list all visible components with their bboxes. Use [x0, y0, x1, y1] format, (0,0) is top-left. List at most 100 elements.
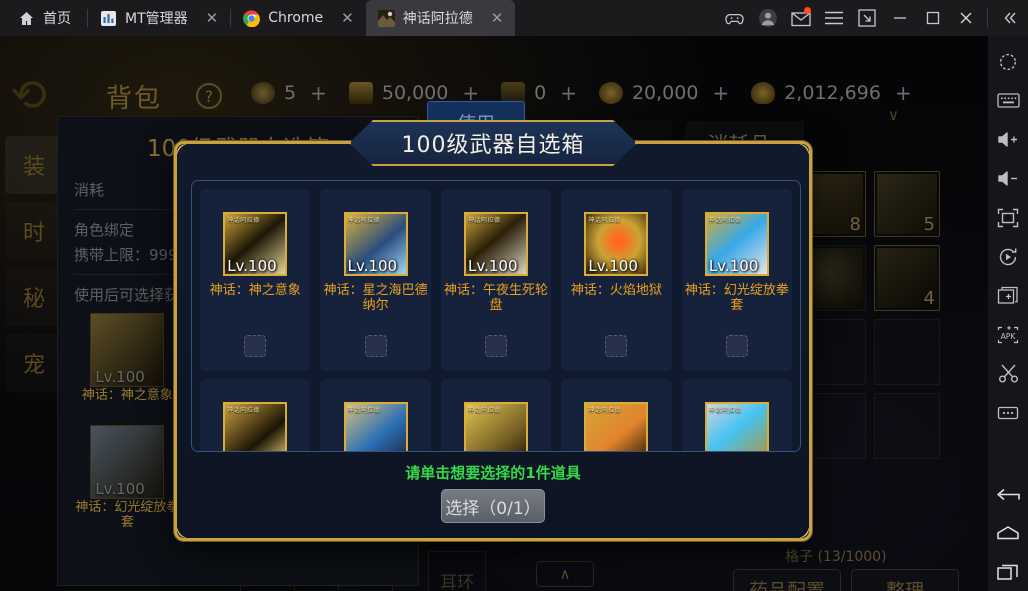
item-card[interactable]: 神话阿拉德: [200, 379, 311, 451]
scissors-icon[interactable]: [988, 354, 1028, 393]
item-row-1: 神话阿拉德 Lv.100 神话：神之意象 神话阿拉德 Lv.100 神话：星之海…: [200, 189, 793, 371]
inventory-slot[interactable]: 4: [874, 245, 940, 311]
item-mini-label: 神话阿拉德: [347, 217, 381, 224]
sort-button[interactable]: 整理: [851, 569, 959, 591]
item-checkbox[interactable]: [485, 335, 508, 357]
coin-currency[interactable]: 20,000 +: [588, 81, 740, 105]
chevron-down-icon[interactable]: ∨: [888, 106, 899, 124]
sidebar-item-equipment[interactable]: 装: [5, 136, 63, 194]
sidebar-item-pet[interactable]: 宠: [5, 334, 63, 392]
token-currency[interactable]: 5 +: [240, 81, 338, 105]
recents-icon[interactable]: [988, 552, 1028, 591]
inventory-slot[interactable]: [874, 319, 940, 385]
item-card[interactable]: 神话阿拉德 Lv.100 神话：火焰地狱: [561, 189, 672, 371]
ticket-plus-button[interactable]: +: [560, 81, 577, 105]
item-thumbnail: 神话阿拉德 Lv.100: [343, 212, 408, 276]
detail-control[interactable]: ∧ 详情: [536, 561, 594, 591]
item-thumbnail: 神话阿拉德 Lv.100: [223, 212, 288, 276]
medicine-config-button[interactable]: 药品配置: [733, 569, 841, 591]
item-level: Lv.100: [227, 257, 277, 275]
tab-home-label: 首页: [43, 11, 71, 27]
titlebar-controls: [718, 0, 1028, 36]
item-mini-label: 神话阿拉德: [708, 217, 742, 224]
back-icon[interactable]: [988, 474, 1028, 513]
emulator-window: 首页 MT管理器 ✕ Chrome ✕ 神话阿拉德 ✕ APK ⟲ 背包 ? 5…: [0, 0, 1028, 591]
chevron-up-icon[interactable]: ∧: [536, 561, 594, 587]
home-nav-icon[interactable]: [988, 513, 1028, 552]
coin-plus-button[interactable]: +: [712, 81, 729, 105]
slot-count: 4: [923, 288, 935, 309]
sidebar-item-fashion[interactable]: 时: [5, 202, 63, 260]
chrome-icon: [243, 9, 261, 27]
item-checkbox[interactable]: [725, 335, 748, 357]
item-card[interactable]: 神话阿拉德: [561, 379, 672, 451]
corner-ornament: [785, 514, 811, 540]
settings-icon[interactable]: [988, 42, 1028, 81]
sidebar-item-secret[interactable]: 秘: [5, 268, 63, 326]
item-card[interactable]: 神话阿拉德: [320, 379, 431, 451]
tab-home[interactable]: 首页: [0, 0, 87, 36]
item-mini-label: 神话阿拉德: [588, 407, 621, 414]
inventory-slot[interactable]: [874, 393, 940, 459]
tab-close-icon[interactable]: ✕: [206, 9, 219, 27]
inventory-slot[interactable]: 5: [874, 171, 940, 237]
token-plus-button[interactable]: +: [310, 81, 327, 105]
item-name: 神话：午夜生死轮盘: [444, 283, 549, 314]
tooltip-item: Lv.100 神话：幻光绽放拳套: [74, 424, 181, 531]
account-avatar-icon[interactable]: [751, 0, 784, 36]
tab-close-icon[interactable]: ✕: [341, 9, 354, 27]
tab-game-active[interactable]: 神话阿拉德 ✕: [365, 0, 516, 36]
close-window-icon[interactable]: [949, 0, 982, 36]
corner-ornament: [785, 142, 811, 168]
item-mini-label: 神话阿拉德: [468, 407, 501, 414]
maximize-icon[interactable]: [916, 0, 949, 36]
item-card[interactable]: 神话阿拉德: [681, 379, 793, 451]
mail-icon[interactable]: [784, 0, 817, 36]
tab-mt-manager-label: MT管理器: [125, 11, 188, 27]
multi-window-icon[interactable]: [988, 276, 1028, 315]
screenshot-icon[interactable]: [850, 0, 883, 36]
item-checkbox[interactable]: [244, 335, 267, 357]
item-mini-label: 神话阿拉德: [227, 407, 260, 414]
more-icon[interactable]: [988, 393, 1028, 432]
weapon-selection-modal: 100级武器自选箱 神话阿拉德 Lv.100 神话：神之意象 神话阿拉德 Lv.…: [174, 120, 812, 541]
record-icon[interactable]: [988, 237, 1028, 276]
item-card[interactable]: 神话阿拉德 Lv.100 神话：星之海巴德纳尔: [320, 189, 431, 371]
tab-chrome[interactable]: Chrome ✕: [231, 0, 366, 36]
fullscreen-icon[interactable]: [988, 198, 1028, 237]
slot-count: 8: [849, 214, 861, 235]
equipment-slot-label: 耳环: [440, 572, 474, 591]
gold-pouch-currency[interactable]: 2,012,696 +: [740, 81, 922, 105]
apk-install-icon[interactable]: APK: [988, 315, 1028, 354]
equipment-slot-earring[interactable]: 耳环: [428, 551, 486, 591]
back-arrow-icon[interactable]: ⟲: [10, 70, 80, 121]
collapse-icon[interactable]: [993, 0, 1026, 36]
help-icon[interactable]: ?: [196, 83, 222, 109]
item-name: 神话：星之海巴德纳尔: [323, 283, 428, 314]
coin-value: 20,000: [631, 82, 699, 104]
item-mini-label: 神话阿拉德: [468, 217, 501, 224]
gold-icon: [348, 82, 373, 104]
item-name: 神话：神之意象: [81, 388, 173, 403]
corner-ornament: [175, 514, 201, 540]
item-thumbnail: 神话阿拉德: [464, 402, 529, 451]
confirm-select-button[interactable]: 选择（0/1）: [441, 489, 545, 523]
gamepad-icon[interactable]: [718, 0, 751, 36]
item-checkbox[interactable]: [364, 335, 387, 357]
volume-down-icon[interactable]: [988, 159, 1028, 198]
item-selection-list: 神话阿拉德 Lv.100 神话：神之意象 神话阿拉德 Lv.100 神话：星之海…: [191, 180, 801, 452]
item-name: 神话：幻光绽放拳套: [684, 283, 789, 314]
item-card[interactable]: 神话阿拉德: [440, 379, 552, 451]
item-checkbox[interactable]: [605, 335, 628, 357]
item-thumbnail: 神话阿拉德 Lv.100: [704, 212, 769, 276]
volume-up-icon[interactable]: [988, 120, 1028, 159]
gold-pouch-plus-button[interactable]: +: [895, 81, 912, 105]
tab-mt-manager[interactable]: MT管理器 ✕: [88, 0, 230, 36]
item-card[interactable]: 神话阿拉德 Lv.100 神话：神之意象: [200, 189, 311, 371]
item-card[interactable]: 神话阿拉德 Lv.100 神话：午夜生死轮盘: [440, 189, 552, 371]
item-card[interactable]: 神话阿拉德 Lv.100 神话：幻光绽放拳套: [681, 189, 793, 371]
menu-icon[interactable]: [817, 0, 850, 36]
keyboard-icon[interactable]: [988, 81, 1028, 120]
minimize-icon[interactable]: [883, 0, 916, 36]
tab-close-icon[interactable]: ✕: [491, 9, 504, 27]
